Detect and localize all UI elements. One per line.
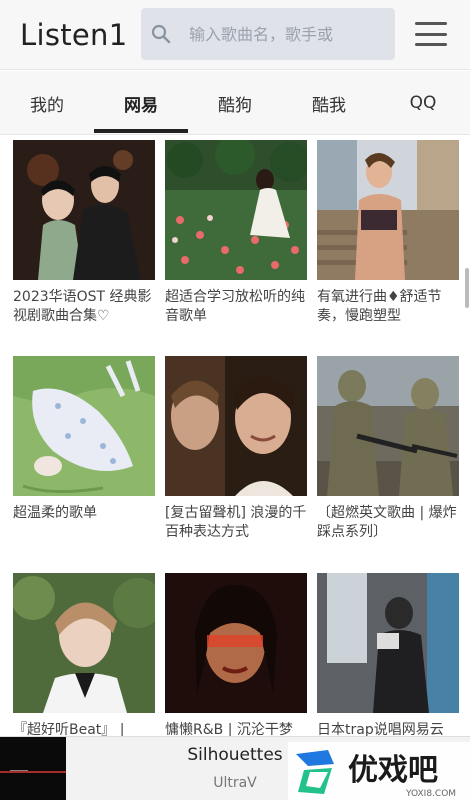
playlist-card[interactable]: 有氧进行曲♦舒适节奏，慢跑塑型 [317, 140, 459, 328]
playlist-cover [317, 140, 459, 280]
playlist-title: [复古留聲机] 浪漫的千百种表达方式 [165, 505, 307, 540]
playlist-cover [165, 140, 307, 280]
playlist-title: 〔超燃英文歌曲 | 爆炸踩点系列〕 [317, 505, 457, 540]
hamburger-menu-icon[interactable] [415, 22, 447, 46]
playlist-title: 2023华语OST 经典影视剧歌曲合集♡ [13, 289, 152, 324]
search-input[interactable] [189, 24, 389, 44]
search-box[interactable] [141, 8, 395, 60]
playlist-card[interactable]: [复古留聲机] 浪漫的千百种表达方式 [165, 356, 307, 544]
playlist-cover [317, 573, 459, 713]
playlist-cover [317, 356, 459, 496]
source-tabs: 我的 网易 酷狗 酷我 QQ [0, 71, 470, 135]
app-title: Listen1 [20, 17, 128, 52]
svg-text:YOXI8.COM: YOXI8.COM [405, 789, 456, 799]
scrollbar[interactable] [465, 268, 469, 308]
playlist-cover [13, 140, 155, 280]
playlist-card[interactable]: 超适合学习放松听的纯音歌单 [165, 140, 307, 328]
playlist-title: 有氧进行曲♦舒适节奏，慢跑塑型 [317, 289, 442, 324]
playlist-card[interactable]: 慵懒R&B | 沉沦干梦 [165, 573, 307, 736]
playlist-card[interactable]: 2023华语OST 经典影视剧歌曲合集♡ [13, 140, 155, 328]
playlist-grid: 2023华语OST 经典影视剧歌曲合集♡ 超适合学习放松听的纯音歌单 有氧进行曲… [0, 136, 470, 736]
tab-qq[interactable]: QQ [376, 71, 470, 135]
tab-mine[interactable]: 我的 [0, 71, 94, 135]
playlist-card[interactable]: 日本trap说唱网易云 [317, 573, 459, 736]
playlist-cover [165, 356, 307, 496]
tab-netease[interactable]: 网易 [94, 71, 188, 135]
playlist-cover [13, 573, 155, 713]
playlist-title: 超适合学习放松听的纯音歌单 [165, 289, 305, 324]
playlist-title: 超温柔的歌单 [13, 505, 97, 521]
playlist-title: 日本trap说唱网易云 [317, 722, 444, 736]
search-icon [141, 24, 181, 44]
playlist-title: 『超好听Beat』 | [13, 722, 125, 736]
app-header: Listen1 [0, 0, 470, 70]
playlist-cover [165, 573, 307, 713]
active-tab-indicator [94, 129, 188, 133]
tab-kuwo[interactable]: 酷我 [282, 71, 376, 135]
watermark-logo: 优戏吧 YOXI8.COM [288, 742, 470, 800]
playlist-cover [13, 356, 155, 496]
now-playing-cover[interactable] [0, 737, 66, 800]
playlist-card[interactable]: 〔超燃英文歌曲 | 爆炸踩点系列〕 [317, 356, 459, 544]
svg-text:优戏吧: 优戏吧 [348, 753, 438, 788]
playlist-card[interactable]: 超温柔的歌单 [13, 356, 155, 544]
playlist-title: 慵懒R&B | 沉沦干梦 [165, 722, 293, 736]
playlist-card[interactable]: 『超好听Beat』 | [13, 573, 155, 736]
tab-kugou[interactable]: 酷狗 [188, 71, 282, 135]
